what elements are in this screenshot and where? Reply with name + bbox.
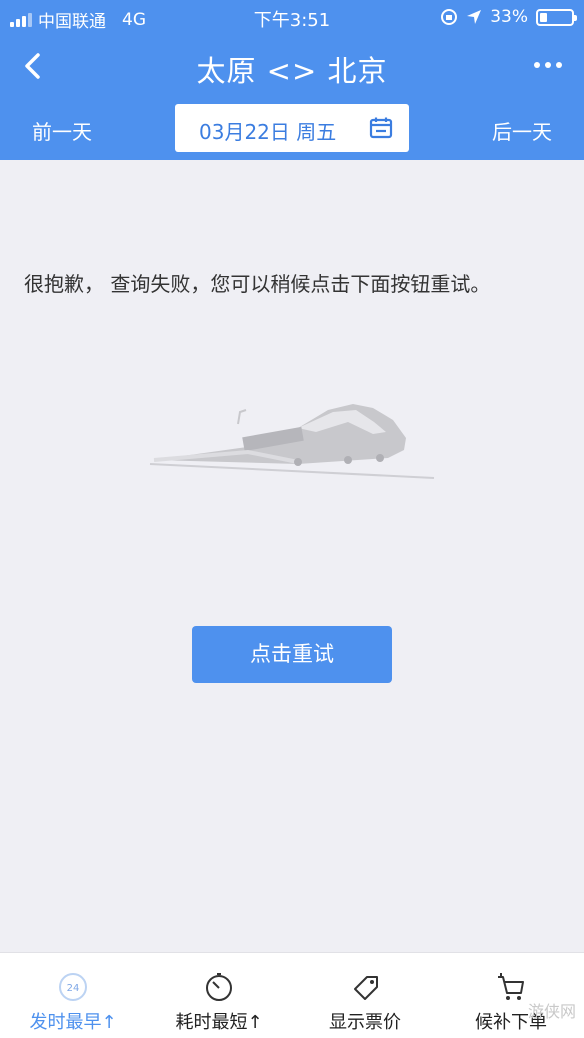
error-message: 很抱歉， 查询失败，您可以稍候点击下面按钮重试。 — [24, 272, 491, 296]
tab-label: 耗时最短↑ — [175, 1012, 263, 1033]
battery-percent: 33% — [490, 7, 528, 27]
tab-waitlist-order[interactable]: 候补下单 — [438, 953, 584, 1038]
rotation-lock-icon — [441, 9, 458, 25]
bottom-tab-bar: 24 发时最早↑ 耗时最短↑ 显示票价 候补下单 — [0, 952, 584, 1038]
navigation-bar: 太原 <> 北京 — [0, 36, 584, 98]
date-bar: 前一天 03月22日 周五 后一天 — [0, 98, 584, 160]
status-bar: 中国联通 4G 下午3:51 33% — [0, 0, 584, 36]
watermark: 游侠网 — [527, 1002, 576, 1021]
location-icon — [467, 10, 482, 24]
svg-text:24: 24 — [67, 983, 80, 994]
battery-icon — [536, 8, 577, 26]
tab-label: 显示票价 — [329, 1012, 401, 1033]
tab-label: 发时最早↑ — [29, 1012, 117, 1033]
cart-icon — [498, 973, 524, 1000]
date-picker[interactable]: 03月22日 周五 — [175, 104, 409, 152]
tab-sort-departure[interactable]: 24 发时最早↑ — [0, 953, 146, 1038]
clock-24-icon: 24 — [59, 973, 87, 1001]
tab-show-price[interactable]: 显示票价 — [292, 953, 438, 1038]
status-right: 33% — [440, 7, 577, 27]
tab-sort-duration[interactable]: 耗时最短↑ — [146, 953, 292, 1038]
price-tag-icon — [354, 976, 378, 1000]
calendar-icon — [369, 117, 393, 139]
page-title: 太原 <> 北京 — [196, 54, 388, 88]
more-dots-icon[interactable] — [534, 62, 562, 68]
next-day-button[interactable]: 后一天 — [492, 116, 552, 145]
date-label: 03月22日 周五 — [199, 120, 337, 144]
prev-day-button[interactable]: 前一天 — [32, 116, 92, 145]
retry-button[interactable]: 点击重试 — [192, 626, 392, 683]
train-icon — [149, 404, 435, 479]
stopwatch-icon — [206, 973, 232, 1001]
